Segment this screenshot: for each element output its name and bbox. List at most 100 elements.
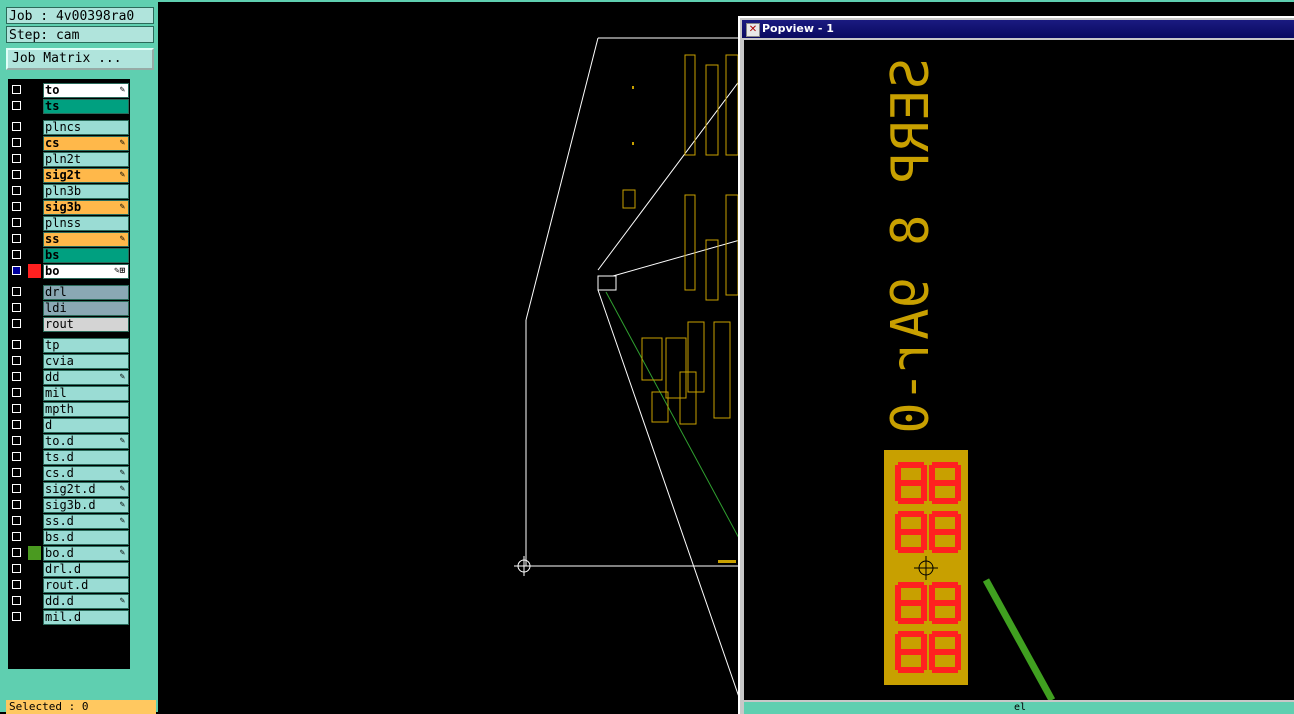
layer-row-mil-d[interactable]: mil.d (8, 609, 130, 625)
layer-name[interactable]: cs ✎ (43, 136, 129, 151)
layer-name[interactable]: cvia (43, 354, 129, 369)
layer-checkbox[interactable] (12, 218, 21, 227)
layer-checkbox[interactable] (12, 319, 21, 328)
layer-checkbox[interactable] (12, 516, 21, 525)
close-icon[interactable]: ✕ (746, 23, 760, 37)
layer-row-drl[interactable]: drl (8, 284, 130, 300)
layer-name[interactable]: ss ✎ (43, 232, 129, 247)
layer-checkbox[interactable] (12, 303, 21, 312)
layer-name[interactable]: dd ✎ (43, 370, 129, 385)
layer-checkbox[interactable] (12, 404, 21, 413)
layer-row-ss[interactable]: ss ✎ (8, 231, 130, 247)
layer-row-ts-d[interactable]: ts.d (8, 449, 130, 465)
layer-name[interactable]: drl (43, 285, 129, 300)
layer-row-to[interactable]: to ✎ (8, 82, 130, 98)
layer-checkbox[interactable] (12, 580, 21, 589)
layer-checkbox[interactable] (12, 484, 21, 493)
layer-checkbox[interactable] (12, 202, 21, 211)
layer-name[interactable]: dd.d ✎ (43, 594, 129, 609)
layer-row-ss-d[interactable]: ss.d ✎ (8, 513, 130, 529)
layer-row-sig2t[interactable]: sig2t ✎ (8, 167, 130, 183)
layer-row-sig3b-d[interactable]: sig3b.d ✎ (8, 497, 130, 513)
layer-row-bo[interactable]: bo ✎⊞ (8, 263, 130, 279)
layer-row-bs[interactable]: bs (8, 247, 130, 263)
layer-name[interactable]: plncs (43, 120, 129, 135)
layer-name[interactable]: cs.d ✎ (43, 466, 129, 481)
layer-row-dd-d[interactable]: dd.d ✎ (8, 593, 130, 609)
layer-name[interactable]: mil (43, 386, 129, 401)
layer-name[interactable]: mil.d (43, 610, 129, 625)
layer-name[interactable]: rout.d (43, 578, 129, 593)
layer-checkbox[interactable] (12, 420, 21, 429)
graphic-canvas[interactable] (158, 0, 740, 712)
layer-name[interactable]: pln2t (43, 152, 129, 167)
layer-name[interactable]: sig3b ✎ (43, 200, 129, 215)
layer-checkbox[interactable] (12, 500, 21, 509)
layer-name[interactable]: to ✎ (43, 83, 129, 98)
layer-row-sig3b[interactable]: sig3b ✎ (8, 199, 130, 215)
layer-name[interactable]: sig2t ✎ (43, 168, 129, 183)
layer-checkbox[interactable] (12, 468, 21, 477)
popview-window[interactable]: ✕ Popview - 1 SERP 8 9Ar-0 el (738, 16, 1294, 714)
layer-name[interactable]: ts (43, 99, 129, 114)
layer-row-plnss[interactable]: plnss (8, 215, 130, 231)
layer-checkbox[interactable] (12, 85, 21, 94)
layer-name[interactable]: drl.d (43, 562, 129, 577)
layer-checkbox[interactable] (12, 250, 21, 259)
layer-checkbox[interactable] (12, 287, 21, 296)
popview-canvas[interactable]: SERP 8 9Ar-0 (744, 40, 1294, 702)
layer-name[interactable]: ss.d ✎ (43, 514, 129, 529)
layer-name[interactable]: pln3b (43, 184, 129, 199)
layer-name[interactable]: ts.d (43, 450, 129, 465)
layer-row-rout[interactable]: rout (8, 316, 130, 332)
layer-row-bo-d[interactable]: bo.d ✎ (8, 545, 130, 561)
layer-row-cvia[interactable]: cvia (8, 353, 130, 369)
layer-checkbox[interactable] (12, 122, 21, 131)
layer-checkbox[interactable] (12, 186, 21, 195)
layer-row-cs[interactable]: cs ✎ (8, 135, 130, 151)
layer-name[interactable]: bo.d ✎ (43, 546, 129, 561)
layer-row-rout-d[interactable]: rout.d (8, 577, 130, 593)
layer-checkbox[interactable] (12, 170, 21, 179)
layer-name[interactable]: sig2t.d ✎ (43, 482, 129, 497)
layer-row-pln2t[interactable]: pln2t (8, 151, 130, 167)
layer-checkbox[interactable] (12, 596, 21, 605)
layer-row-plncs[interactable]: plncs (8, 119, 130, 135)
layer-row-ldi[interactable]: ldi (8, 300, 130, 316)
layer-row-mil[interactable]: mil (8, 385, 130, 401)
layer-row-cs-d[interactable]: cs.d ✎ (8, 465, 130, 481)
layer-checkbox[interactable] (12, 452, 21, 461)
layer-row-ts[interactable]: ts (8, 98, 130, 114)
layer-name[interactable]: mpth (43, 402, 129, 417)
layer-checkbox[interactable] (12, 372, 21, 381)
layer-checkbox[interactable] (12, 564, 21, 573)
layer-checkbox[interactable] (12, 532, 21, 541)
layer-name[interactable]: plnss (43, 216, 129, 231)
layer-name[interactable]: bs (43, 248, 129, 263)
layer-name[interactable]: bo ✎⊞ (43, 264, 129, 279)
layer-name[interactable]: rout (43, 317, 129, 332)
layer-checkbox[interactable] (12, 436, 21, 445)
layer-checkbox[interactable] (12, 612, 21, 621)
layer-name[interactable]: tp (43, 338, 129, 353)
layer-row-d[interactable]: d (8, 417, 130, 433)
layer-row-mpth[interactable]: mpth (8, 401, 130, 417)
layer-name[interactable]: bs.d (43, 530, 129, 545)
layer-name[interactable]: sig3b.d ✎ (43, 498, 129, 513)
job-matrix-button[interactable]: Job Matrix ... (6, 48, 154, 70)
layer-row-sig2t-d[interactable]: sig2t.d ✎ (8, 481, 130, 497)
layer-name[interactable]: ldi (43, 301, 129, 316)
layer-checkbox[interactable] (12, 548, 21, 557)
layer-row-tp[interactable]: tp (8, 337, 130, 353)
layer-checkbox[interactable] (12, 356, 21, 365)
layer-checkbox[interactable] (12, 101, 21, 110)
layer-checkbox[interactable] (12, 388, 21, 397)
layer-display-swatch[interactable] (28, 546, 41, 560)
layer-display-swatch[interactable] (28, 264, 41, 278)
layer-row-drl-d[interactable]: drl.d (8, 561, 130, 577)
layer-row-dd[interactable]: dd ✎ (8, 369, 130, 385)
layer-row-pln3b[interactable]: pln3b (8, 183, 130, 199)
layer-checkbox[interactable] (12, 234, 21, 243)
popview-titlebar[interactable]: ✕ Popview - 1 (742, 20, 1294, 38)
layer-row-to-d[interactable]: to.d ✎ (8, 433, 130, 449)
